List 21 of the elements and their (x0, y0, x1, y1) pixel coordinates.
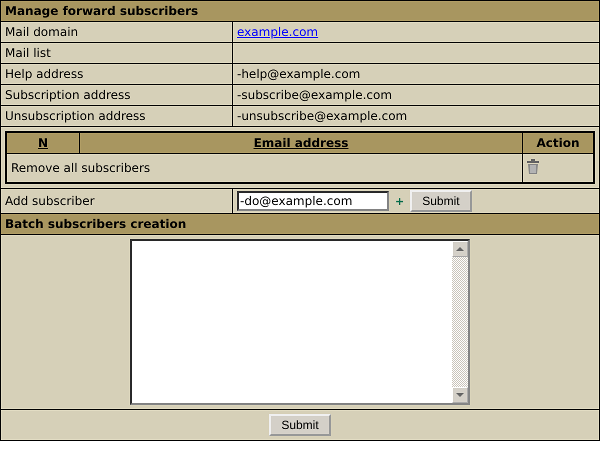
field-label: Mail list (0, 42, 232, 64)
field-value: -subscribe@example.com (232, 84, 600, 106)
text-area[interactable] (130, 239, 470, 405)
field-value: -unsubscribe@example.com (232, 106, 600, 126)
field-label: Subscription address (0, 84, 232, 106)
trash-icon[interactable] (527, 159, 539, 174)
column-header: Action (522, 132, 594, 154)
field-label: Unsubscription address (0, 106, 232, 126)
add-icon[interactable]: + (395, 194, 404, 208)
scrollbar-drawing[interactable] (452, 241, 468, 403)
email-field[interactable]: -do@example.com (237, 191, 389, 211)
submit-button[interactable]: Submit (269, 414, 331, 436)
field-value: -help@example.com (232, 64, 600, 84)
column-header[interactable]: Email address (80, 132, 522, 154)
section-header: Manage forward subscribers (0, 0, 600, 22)
section-header: Batch subscribers creation (0, 214, 600, 234)
submit-button[interactable]: Submit (410, 190, 472, 212)
field-label: Help address (0, 64, 232, 84)
column-header[interactable]: N (6, 132, 80, 154)
field-label: Mail domain (0, 22, 232, 42)
domain-link[interactable]: example.com (237, 25, 318, 39)
